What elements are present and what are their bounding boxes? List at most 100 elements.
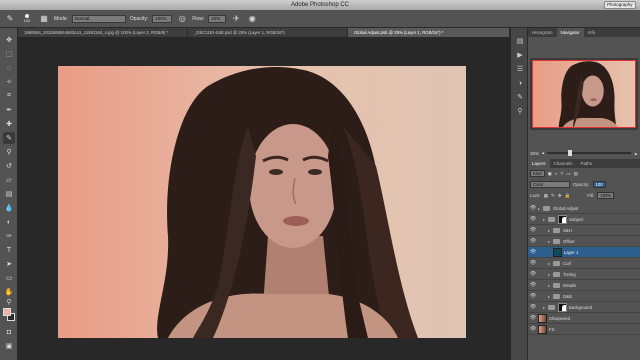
pressure-opacity-icon[interactable]: ◎ [176,13,188,25]
filter-shape-icon[interactable]: ▭ [566,171,570,177]
mode-select[interactable]: Normal [71,14,126,23]
brush-tool-preset-icon[interactable]: ✎ [4,13,16,25]
layer-row[interactable]: 👁 ▸ Global Adjust [528,203,640,214]
tab-document-2[interactable]: _DSC1181-Edit.psd @ 25% (Layer 1, RGB/16… [188,28,348,37]
layer-name[interactable]: Toning [563,272,576,277]
workspace-switcher[interactable]: Photography [604,1,636,9]
visibility-eye-icon[interactable]: 👁 [528,260,538,266]
tab-layers[interactable]: Layers [528,159,550,168]
opacity-field[interactable]: 100% [152,14,173,23]
layer-name[interactable]: Background [569,305,592,310]
properties-panel-icon[interactable]: ☰ [515,64,525,74]
layer-name[interactable]: Subject [569,217,583,222]
filter-pixel-icon[interactable]: ▣ [548,171,552,177]
layer-name[interactable]: Curl [563,261,571,266]
tab-paths[interactable]: Paths [577,159,597,168]
navigator-preview[interactable] [530,58,638,130]
visibility-eye-icon[interactable]: 👁 [528,326,538,332]
blur-tool-icon[interactable]: 💧 [3,202,15,214]
history-panel-icon[interactable]: ▤ [515,36,525,46]
layer-row[interactable]: 👁 ▸ Background [528,302,640,313]
shape-tool-icon[interactable]: ▭ [3,272,15,284]
layer-row[interactable]: 👁 Layer 1 [528,247,640,258]
canvas-area[interactable] [18,37,510,360]
layer-row[interactable]: 👁 ▸ S&H [528,225,640,236]
brush-panel-icon[interactable]: ✎ [515,92,525,102]
layer-row[interactable]: 👁 ▸ D&B [528,291,640,302]
airbrush-icon[interactable]: ✈ [230,13,242,25]
visibility-eye-icon[interactable]: 👁 [528,249,538,255]
foreground-color-swatch[interactable] [3,308,11,316]
marquee-tool-icon[interactable]: ⬚ [3,48,15,60]
tab-channels[interactable]: Channels [550,159,577,168]
layer-name[interactable]: S&H [563,228,572,233]
visibility-eye-icon[interactable]: 👁 [528,304,538,310]
visibility-eye-icon[interactable]: 👁 [528,315,538,321]
document-image[interactable] [58,66,466,338]
tab-document-1[interactable]: 1968584_1015589544683441_11591164_o.jpg … [18,28,188,37]
layer-fill-field[interactable]: 100% [597,192,615,199]
layer-row[interactable]: 👁 ▸ Curl [528,258,640,269]
layer-filter-kind-select[interactable]: Kind [530,170,545,177]
layer-name[interactable]: Details [563,283,576,288]
lock-all-icon[interactable]: 🔒 [565,193,571,199]
zoom-out-icon[interactable]: ▴ [542,150,544,156]
eyedropper-tool-icon[interactable]: ✒ [3,104,15,116]
tab-info[interactable]: Info [584,28,600,37]
eraser-tool-icon[interactable]: ▱ [3,174,15,186]
lasso-tool-icon[interactable]: ◌ [3,62,15,74]
filter-smart-object-icon[interactable]: ▤ [574,171,578,177]
layer-row[interactable]: 👁 ▸ Details [528,280,640,291]
tab-document-3[interactable]: Global Adjust.psb @ 25% (Layer 1, RGB/16… [348,28,510,37]
layer-row[interactable]: 👁 ▸ Toning [528,269,640,280]
blend-mode-select[interactable]: Color [530,181,570,188]
layer-thumbnail[interactable] [538,324,547,334]
pressure-size-icon[interactable]: ◉ [246,13,258,25]
layer-name[interactable]: Offset [563,239,574,244]
visibility-eye-icon[interactable]: 👁 [528,271,538,277]
layer-mask-thumbnail[interactable] [558,302,567,312]
layer-name[interactable]: Sharpened [549,316,570,321]
layer-row[interactable]: 👁 FS [528,324,640,335]
quick-select-tool-icon[interactable]: ✧ [3,76,15,88]
layer-name[interactable]: Layer 1 [564,250,578,255]
layer-name[interactable]: D&B [563,294,572,299]
gradient-tool-icon[interactable]: ▤ [3,188,15,200]
layer-row[interactable]: 👁 Sharpened [528,313,640,324]
layer-row[interactable]: 👁 ▸ Subject [528,214,640,225]
visibility-eye-icon[interactable]: 👁 [528,205,538,211]
path-select-tool-icon[interactable]: ➤ [3,258,15,270]
layer-opacity-field[interactable]: 100 [592,181,606,188]
lock-pixels-icon[interactable]: ✎ [551,193,555,199]
zoom-slider[interactable] [547,150,631,156]
type-tool-icon[interactable]: T [3,244,15,256]
clone-stamp-tool-icon[interactable]: ⚲ [3,146,15,158]
brush-size-picker[interactable]: 100 [20,12,34,26]
zoom-in-icon[interactable]: ▲ [634,151,638,156]
visibility-eye-icon[interactable]: 👁 [528,282,538,288]
lock-transparent-icon[interactable]: ▦ [544,193,548,199]
history-brush-tool-icon[interactable]: ↺ [3,160,15,172]
layer-name[interactable]: Global Adjust [553,206,578,211]
navigator-thumbnail[interactable] [532,60,636,128]
zoom-value[interactable]: 25% [530,151,539,156]
visibility-eye-icon[interactable]: 👁 [528,227,538,233]
move-tool-icon[interactable]: ✥ [3,34,15,46]
layer-name[interactable]: FS [549,327,555,332]
layer-mask-thumbnail[interactable] [558,214,567,224]
layer-row[interactable]: 👁 ▸ Offset [528,236,640,247]
visibility-eye-icon[interactable]: 👁 [528,216,538,222]
pen-tool-icon[interactable]: ✑ [3,230,15,242]
brush-tool-icon[interactable]: ✎ [3,132,15,144]
screen-mode-icon[interactable]: ▣ [3,340,15,352]
dodge-tool-icon[interactable]: ◐ [3,216,15,228]
filter-adjustment-icon[interactable]: ◐ [555,171,558,176]
tab-navigator[interactable]: Navigator [556,28,584,37]
actions-panel-icon[interactable]: ▶ [515,50,525,60]
clone-source-panel-icon[interactable]: ⚲ [515,106,525,116]
zoom-slider-handle[interactable] [568,150,573,156]
filter-type-icon[interactable]: T [561,171,564,176]
visibility-eye-icon[interactable]: 👁 [528,238,538,244]
tab-histogram[interactable]: Histogram [528,28,557,37]
flow-field[interactable]: 20% [208,14,227,23]
